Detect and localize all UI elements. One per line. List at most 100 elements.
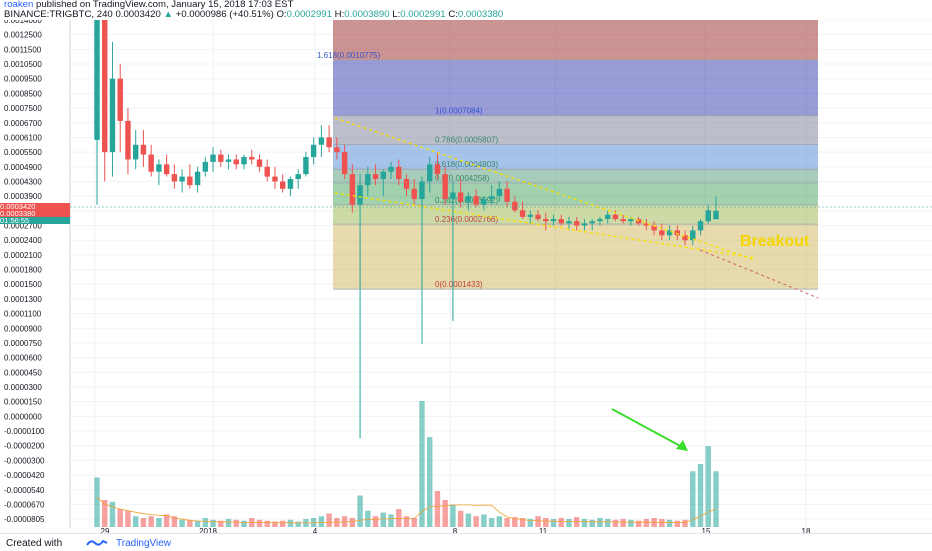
price-tick-label: 0.0006700 [4, 119, 42, 128]
tradingview-logo-icon[interactable] [86, 537, 108, 548]
price-tick-label: 0.0000150 [4, 398, 42, 407]
candle-body [550, 219, 557, 222]
candle-body [504, 188, 510, 202]
price-tick-label: 0.0000450 [4, 368, 42, 377]
candle-body [341, 152, 348, 175]
volume-bar [318, 516, 325, 527]
price-tick-label: 0.0001300 [4, 295, 42, 304]
candle-body [202, 161, 209, 172]
candle-body [419, 181, 425, 199]
volume-bar [465, 513, 472, 527]
candle-body [535, 214, 541, 220]
candle-body [434, 164, 441, 175]
volume-bar [279, 520, 286, 527]
created-with-text: Created with [6, 538, 63, 549]
candle-body [272, 176, 278, 182]
volume-bar [256, 519, 263, 527]
candle-body [318, 137, 325, 145]
candle-body [94, 20, 100, 140]
volume-bar [210, 519, 216, 527]
candle-body [465, 196, 472, 202]
candle-body [233, 159, 239, 165]
volume-bar [550, 518, 557, 527]
price-tick-label: 0.0011500 [4, 45, 42, 54]
candle-body [365, 174, 371, 186]
candle-body [179, 176, 185, 182]
price-tick-label: 0.0005500 [4, 148, 42, 157]
candle-body [380, 171, 386, 180]
price-change: +0.0000986 (+40.51%) [175, 9, 274, 20]
candle-body [349, 174, 356, 205]
volume-bar [682, 519, 688, 527]
volume-bar [674, 520, 681, 527]
volume-bar [140, 518, 147, 527]
candle-body [411, 188, 417, 199]
volume-bar [388, 514, 394, 527]
price-tick-label: 0.0004900 [4, 163, 42, 172]
volume-bar [125, 510, 131, 527]
fib-level-label: 0(0.0001433) [435, 280, 483, 289]
fib-level-label: 0.618(0.0004803) [435, 160, 499, 169]
candle-body [279, 181, 286, 189]
price-tick-label: 0.0000000 [4, 412, 42, 421]
candle-body [713, 210, 719, 220]
price-tick-label: 0.0008500 [4, 89, 42, 98]
volume-bar [225, 518, 232, 527]
symbol-line: BINANCE:TRIGBTC, 240 0.0003420 ▲ +0.0000… [4, 10, 503, 20]
candle-body [488, 196, 495, 199]
volume-bar [574, 517, 580, 527]
candle-body [620, 219, 626, 222]
price-tick-label: -0.0000100 [4, 427, 45, 436]
candle-body [241, 157, 247, 165]
price-tick-label: -0.0000670 [4, 500, 45, 509]
candle-body [697, 221, 704, 231]
candle-body [326, 137, 332, 148]
price-tick-label: 0.0002100 [4, 251, 42, 260]
volume-bar [372, 516, 379, 527]
up-triangle-icon: ▲ [163, 9, 173, 20]
candle-body [334, 147, 340, 153]
volume-bar [427, 437, 433, 527]
countdown-badge: 01:56:55 [0, 217, 70, 224]
volume-bar [326, 513, 332, 527]
fib-level-label: 0.786(0.0005807) [435, 136, 499, 145]
candle-body [574, 221, 580, 226]
fib-level-label: 0.236(0.0002766) [435, 215, 499, 224]
volume-bar [543, 518, 549, 527]
volume-bar [148, 516, 154, 527]
volume-bar [357, 495, 363, 527]
candle-body [372, 174, 379, 180]
candle-body [132, 144, 139, 160]
candle-body [357, 185, 363, 205]
price-tick-label: 0.0010500 [4, 60, 42, 69]
volume-bar [411, 518, 417, 527]
price-tick-label: -0.0000540 [4, 486, 45, 495]
volume-bar [419, 401, 425, 527]
candle-body [125, 120, 131, 160]
volume-bar [504, 518, 510, 527]
price-tick-label: 0.0001100 [4, 310, 42, 319]
volume-bar [697, 464, 704, 527]
candle-body [612, 214, 619, 220]
volume-bar [535, 516, 541, 527]
volume-bar [457, 510, 464, 527]
volume-bar [659, 518, 665, 527]
candle-body [442, 174, 448, 199]
candle-body [527, 214, 534, 217]
candle-body [218, 154, 224, 162]
volume-bar [604, 518, 611, 527]
candle-body [543, 219, 549, 222]
candlestick-chart[interactable]: 1.618(0.0010775) 1(0.0007084) 0.786(0.0005… [0, 20, 932, 533]
volume-bar [403, 516, 410, 527]
volume-bar [380, 512, 386, 527]
tradingview-brand[interactable]: TradingView [116, 538, 171, 549]
candle-body [519, 210, 526, 217]
open-label: O: [276, 9, 287, 20]
candle-body [303, 157, 309, 175]
last-price: 0.0003420 [115, 9, 161, 20]
candle-body [264, 166, 270, 177]
price-tick-label: -0.0000805 [4, 515, 45, 524]
candle-body [604, 214, 611, 220]
candle-body [597, 219, 603, 222]
candle-body [310, 144, 317, 158]
